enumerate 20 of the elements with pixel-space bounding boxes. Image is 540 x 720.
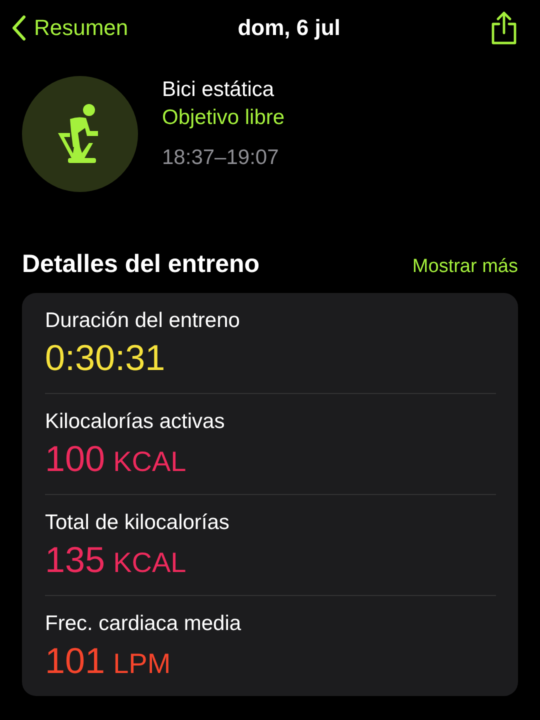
metric-unit: KCAL: [113, 547, 186, 579]
show-more-link[interactable]: Mostrar más: [412, 256, 518, 278]
chevron-left-icon: [12, 15, 26, 41]
workout-name: Bici estática: [162, 78, 276, 102]
metric-unit: LPM: [113, 648, 171, 680]
metric-unit: KCAL: [113, 446, 186, 478]
time-range: 18:37–19:07: [162, 146, 280, 170]
metric-value: 101: [45, 640, 106, 682]
back-button[interactable]: Resumen: [12, 15, 128, 41]
metric-value: 100: [45, 438, 106, 480]
metric-label: Frec. cardiaca media: [45, 612, 242, 636]
nav-title: dom, 6 jul: [238, 15, 340, 41]
metric-label: Total de kilocalorías: [45, 511, 230, 535]
share-icon[interactable]: [490, 11, 518, 45]
workout-goal: Objetivo libre: [162, 106, 285, 130]
section-title: Detalles del entreno: [22, 250, 260, 279]
metric-value: 0:30:31: [45, 337, 166, 379]
metric-label: Duración del entreno: [45, 309, 241, 333]
metric-value: 135: [45, 539, 106, 581]
metric-label: Kilocalorías activas: [45, 410, 226, 434]
